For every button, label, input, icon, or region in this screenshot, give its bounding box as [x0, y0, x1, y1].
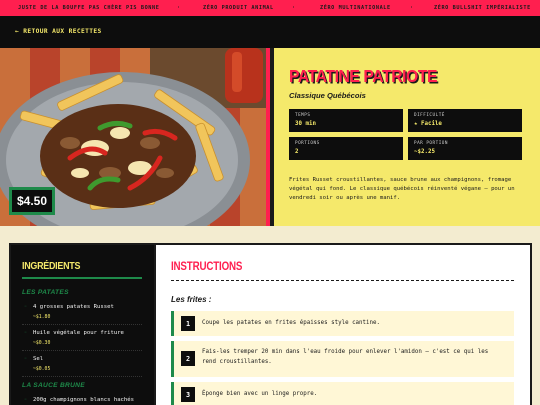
- bullet-icon: ◦: [24, 356, 28, 362]
- ingredient-name: Huile végétale pour friture: [33, 330, 124, 336]
- ingredient-item[interactable]: ◦ Sel ~$0.05: [22, 351, 142, 377]
- step-number: 3: [181, 387, 195, 402]
- stat-value: ~$2.25: [414, 149, 435, 155]
- ingredient-name: Sel: [33, 356, 44, 362]
- recipe-title: PATATINE PATRIOTE: [289, 66, 438, 86]
- stat-label: PORTIONS: [295, 141, 320, 146]
- stat-cost-per-portion: PAR PORTION ~$2.25: [408, 137, 522, 160]
- stat-value: ★ Facile: [414, 121, 442, 127]
- instructions-divider: [171, 280, 514, 281]
- ticker-item: ZÉRO PRODUIT ANIMAL: [203, 5, 274, 11]
- ingredients-divider: [22, 277, 142, 279]
- ingredient-section-title: LA SAUCE BRUNE: [22, 382, 85, 389]
- back-to-recipes-link[interactable]: ← RETOUR AUX RECETTES: [15, 28, 102, 35]
- instruction-step[interactable]: 1 Coupe les patates en frites épaisses s…: [171, 311, 514, 336]
- ticker-separator: ·: [410, 5, 414, 11]
- price-badge: $4.50: [9, 187, 55, 215]
- ticker-bar: JUSTE DE LA BOUFFE PAS CHÈRE PIS BONNE ·…: [0, 0, 540, 16]
- bullet-icon: ◦: [24, 304, 28, 310]
- recipe-description: Frites Russet croustillantes, sauce brun…: [289, 177, 515, 201]
- ingredient-item[interactable]: ◦ Huile végétale pour friture ~$0.30: [22, 325, 142, 351]
- stat-difficulty: DIFFICULTÉ ★ Facile: [408, 109, 522, 132]
- ingredients-panel: INGRÉDIENTS LES PATATES ◦ 4 grosses pata…: [9, 243, 154, 405]
- ticker-item: ZÉRO MULTINATIONALE: [320, 5, 391, 11]
- ticker-item: ZÉRO BULLSHIT IMPÉRIALISTE: [434, 5, 531, 11]
- instruction-step[interactable]: 3 Éponge bien avec un linge propre.: [171, 382, 514, 405]
- ingredient-item[interactable]: ◦ 200g champignons blancs hachés: [22, 392, 142, 405]
- instructions-title: INSTRUCTIONS: [171, 261, 243, 273]
- ticker-separator: ·: [177, 5, 181, 11]
- ticker-item: JUSTE DE LA BOUFFE PAS CHÈRE PIS BONNE: [18, 5, 160, 11]
- ingredients-title: INGRÉDIENTS: [22, 260, 81, 272]
- ingredient-name: 4 grosses patates Russet: [33, 304, 114, 310]
- step-text: Coupe les patates en frites épaisses sty…: [202, 320, 380, 326]
- ingredient-cost: ~$0.30: [33, 341, 51, 346]
- recipe-subtitle: Classique Québécois: [289, 91, 366, 100]
- stat-label: PAR PORTION: [414, 141, 448, 146]
- stat-time: TEMPS 30 min: [289, 109, 403, 132]
- step-text: Éponge bien avec un linge propre.: [202, 391, 318, 397]
- instructions-panel: INSTRUCTIONS Les frites : 1 Coupe les pa…: [154, 243, 532, 405]
- step-number: 1: [181, 316, 195, 331]
- step-number: 2: [181, 351, 195, 366]
- instruction-step[interactable]: 2 Fais-les tremper 20 min dans l'eau fro…: [171, 341, 514, 377]
- bullet-icon: ◦: [24, 397, 28, 403]
- recipe-info-panel: PATATINE PATRIOTE Classique Québécois TE…: [274, 48, 540, 226]
- ingredient-item[interactable]: ◦ 4 grosses patates Russet ~$1.80: [22, 299, 142, 325]
- ingredient-cost: ~$1.80: [33, 315, 51, 320]
- instruction-section-title: Les frites :: [171, 295, 212, 304]
- bullet-icon: ◦: [24, 330, 28, 336]
- ingredient-cost: ~$0.05: [33, 367, 51, 372]
- step-text: Fais-les tremper 20 min dans l'eau froid…: [202, 349, 489, 365]
- ticker-separator: ·: [292, 5, 296, 11]
- top-navbar: ← RETOUR AUX RECETTES: [0, 16, 540, 48]
- stat-label: DIFFICULTÉ: [414, 113, 445, 118]
- stat-label: TEMPS: [295, 113, 311, 118]
- ingredient-name: 200g champignons blancs hachés: [33, 397, 135, 403]
- stat-portions: PORTIONS 2: [289, 137, 403, 160]
- stat-value: 30 min: [295, 121, 316, 127]
- stat-value: 2: [295, 149, 299, 155]
- ingredient-section-title: LES PATATES: [22, 289, 69, 296]
